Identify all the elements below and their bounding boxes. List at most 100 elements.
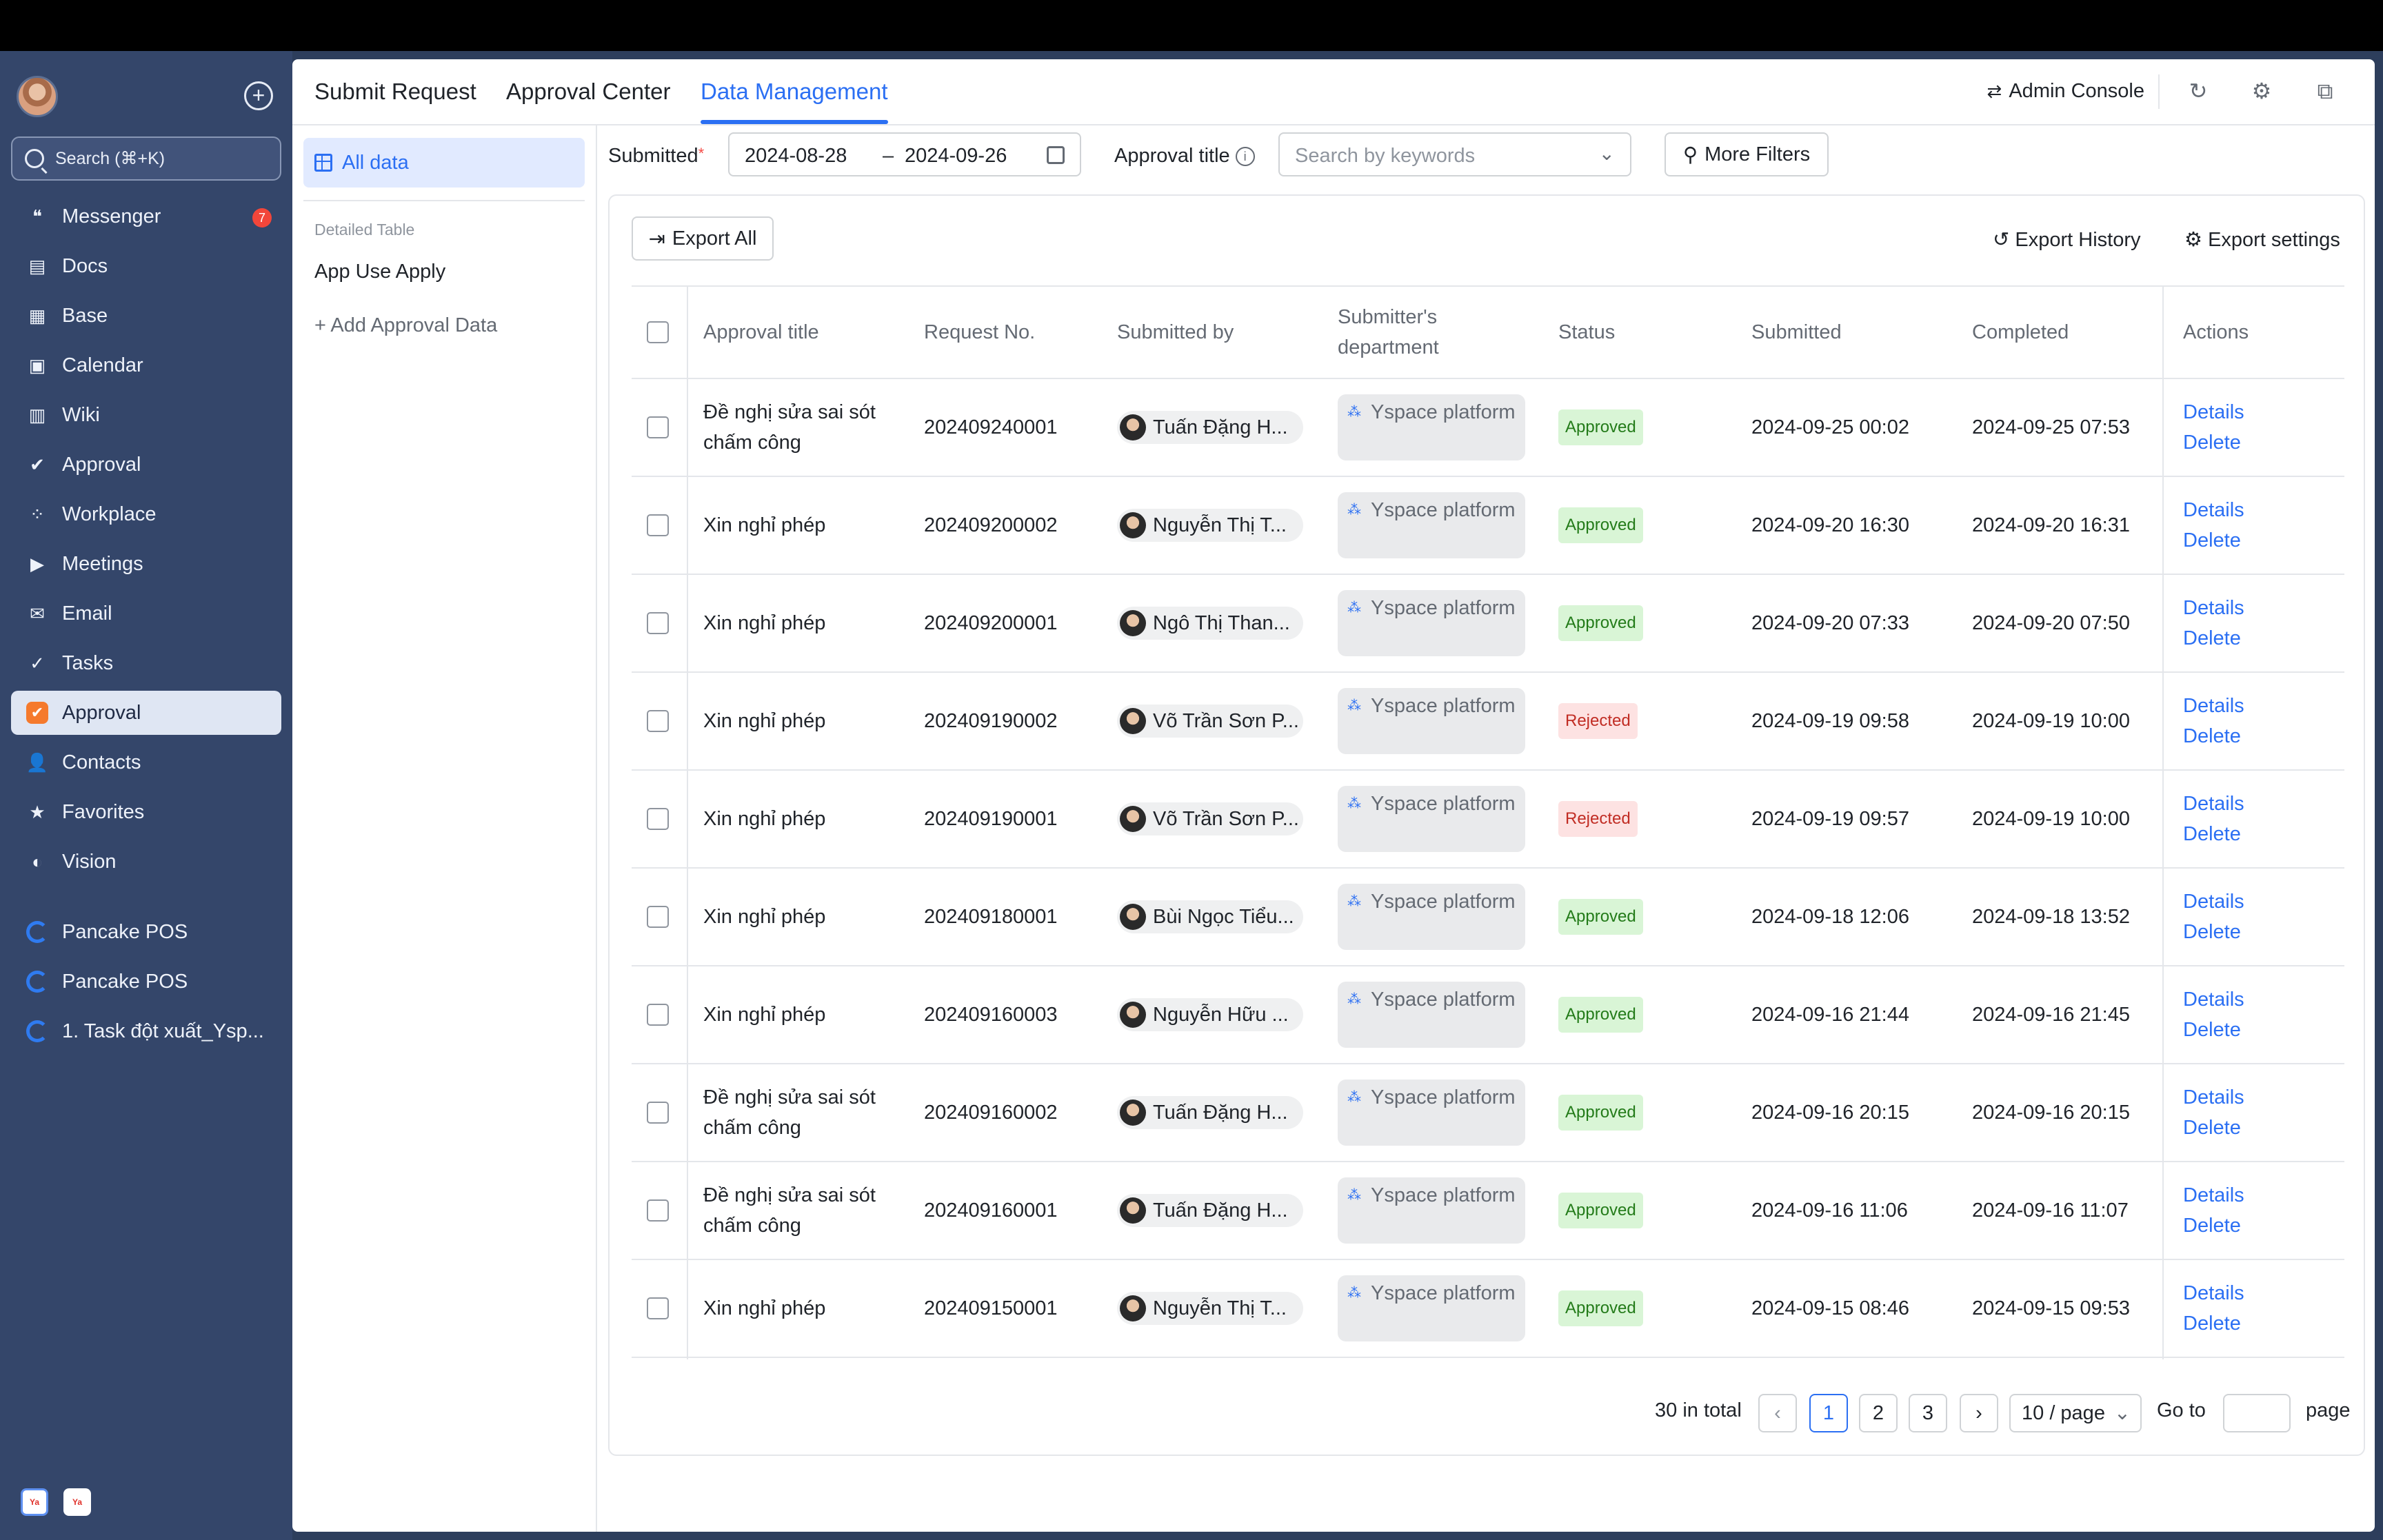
user-chip[interactable]: Tuấn Đặng H... [1117, 1194, 1303, 1227]
tab-data-management[interactable]: Data Management [701, 79, 888, 105]
tab-submit-request[interactable]: Submit Request [314, 79, 476, 105]
all-data-item[interactable]: All data [303, 138, 585, 188]
date-range-picker[interactable]: 2024-08-28 – 2024-09-26 [728, 132, 1081, 176]
details-link[interactable]: Details [2183, 397, 2244, 427]
create-plus-icon[interactable]: + [244, 81, 273, 110]
user-chip[interactable]: Nguyễn Thị T... [1117, 509, 1303, 542]
table-row[interactable]: Xin nghỉ phép 202409200001 Ngô Thị Than...… [632, 575, 2344, 673]
row-checkbox[interactable] [647, 612, 669, 634]
row-checkbox[interactable] [647, 1004, 669, 1026]
row-checkbox[interactable] [647, 808, 669, 830]
user-chip[interactable]: Bùi Ngọc Tiểu... [1117, 900, 1303, 933]
delete-link[interactable]: Delete [2183, 427, 2244, 458]
goto-page-input[interactable] [2223, 1394, 2291, 1432]
delete-link[interactable]: Delete [2183, 623, 2244, 654]
sidebar-item-favorites[interactable]: ★ Favorites [11, 790, 281, 834]
sidebar-item-approval[interactable]: ✔ Approval [11, 443, 281, 487]
row-checkbox[interactable] [647, 416, 669, 438]
details-link[interactable]: Details [2183, 691, 2244, 721]
details-link[interactable]: Details [2183, 495, 2244, 525]
table-row[interactable]: Xin nghỉ phép 202409180001 Bùi Ngọc Tiểu..… [632, 869, 2344, 966]
row-checkbox[interactable] [647, 906, 669, 928]
row-checkbox[interactable] [647, 1297, 669, 1319]
sidebar-item-base[interactable]: ▦ Base [11, 294, 281, 338]
table-row[interactable]: Đề nghị sửa sai sót chấm công 20240916000… [632, 1162, 2344, 1260]
pinned-item[interactable]: 1. Task đột xuất_Ysp... [11, 1009, 281, 1053]
export-all-button[interactable]: ⇥ Export All [632, 216, 774, 261]
export-history-button[interactable]: ↺ Export History [1993, 227, 2140, 252]
delete-link[interactable]: Delete [2183, 721, 2244, 751]
delete-link[interactable]: Delete [2183, 525, 2244, 556]
prev-page-icon[interactable]: ‹ [1758, 1394, 1797, 1432]
page-2-button[interactable]: 2 [1859, 1394, 1898, 1432]
export-settings-button[interactable]: ⚙ Export settings [2184, 227, 2340, 252]
user-chip[interactable]: Ngô Thị Than... [1117, 607, 1303, 640]
user-chip[interactable]: Nguyễn Thị T... [1117, 1292, 1303, 1325]
select-all-checkbox[interactable] [647, 321, 669, 343]
sidebar-item-workplace[interactable]: ⁘ Workplace [11, 492, 281, 536]
row-checkbox[interactable] [647, 514, 669, 536]
user-avatar[interactable] [17, 76, 58, 117]
sidebar-item-wiki[interactable]: ▥ Wiki [11, 393, 281, 437]
user-chip[interactable]: Võ Trần Sơn P... [1117, 802, 1303, 835]
sidebar-search[interactable]: Search (⌘+K) [11, 136, 281, 181]
page-3-button[interactable]: 3 [1909, 1394, 1947, 1432]
submitted-filter-label: Submitted* [608, 145, 704, 168]
pinned-item[interactable]: Pancake POS [11, 960, 281, 1004]
tab-approval-center[interactable]: Approval Center [506, 79, 670, 105]
keywords-select[interactable]: Search by keywords ⌄ [1278, 132, 1631, 176]
row-checkbox[interactable] [647, 710, 669, 732]
info-icon[interactable]: i [1235, 147, 1255, 167]
table-row[interactable]: Xin nghỉ phép 202409150001 Nguyễn Thị T...… [632, 1260, 2344, 1358]
more-filters-button[interactable]: ⚲ More Filters [1665, 132, 1829, 176]
sidebar-item-vision[interactable]: ◐ Vision [11, 840, 281, 884]
user-chip[interactable]: Võ Trần Sơn P... [1117, 705, 1303, 738]
page-size-select[interactable]: 10 / page ⌄ [2009, 1394, 2142, 1432]
dock-app-icon[interactable]: Ya [63, 1488, 91, 1516]
table-row[interactable]: Xin nghỉ phép 202409160003 Nguyễn Hữu ... ⁂… [632, 966, 2344, 1064]
details-link[interactable]: Details [2183, 789, 2244, 819]
page-1-button[interactable]: 1 [1809, 1394, 1848, 1432]
details-link[interactable]: Details [2183, 984, 2244, 1015]
sidebar-item-docs[interactable]: ▤ Docs [11, 244, 281, 288]
open-window-icon[interactable]: ⧉ [2311, 77, 2339, 105]
delete-link[interactable]: Delete [2183, 1113, 2244, 1143]
delete-link[interactable]: Delete [2183, 819, 2244, 849]
sidebar-item-contacts[interactable]: 👤 Contacts [11, 740, 281, 784]
cell-status: Approved [1558, 379, 1643, 476]
delete-link[interactable]: Delete [2183, 1210, 2244, 1241]
details-link[interactable]: Details [2183, 1278, 2244, 1308]
sidebar-item-meetings[interactable]: ▶ Meetings [11, 542, 281, 586]
add-approval-data-button[interactable]: + Add Approval Data [314, 314, 497, 337]
user-chip[interactable]: Nguyễn Hữu ... [1117, 998, 1303, 1031]
delete-link[interactable]: Delete [2183, 1015, 2244, 1045]
delete-link[interactable]: Delete [2183, 1308, 2244, 1339]
refresh-icon[interactable]: ↻ [2184, 77, 2212, 105]
sidebar-item-approval[interactable]: ✔ Approval [11, 691, 281, 735]
table-row[interactable]: Xin nghỉ phép 202409190001 Võ Trần Sơn P..… [632, 771, 2344, 869]
sidebar-item-tasks[interactable]: ✓ Tasks [11, 641, 281, 685]
dock-app-icon[interactable]: Ya [21, 1488, 48, 1516]
details-link[interactable]: Details [2183, 1082, 2244, 1113]
row-checkbox[interactable] [647, 1102, 669, 1124]
admin-console-button[interactable]: ⇄ Admin Console [1987, 80, 2144, 103]
delete-link[interactable]: Delete [2183, 917, 2244, 947]
sidebar-item-calendar[interactable]: ▣ Calendar [11, 343, 281, 387]
table-row[interactable]: Đề nghị sửa sai sót chấm công 20240924000… [632, 379, 2344, 477]
pinned-item[interactable]: Pancake POS [11, 910, 281, 954]
details-link[interactable]: Details [2183, 886, 2244, 917]
table-row[interactable]: Xin nghỉ phép 202409200002 Nguyễn Thị T...… [632, 477, 2344, 575]
details-link[interactable]: Details [2183, 593, 2244, 623]
next-page-icon[interactable]: › [1960, 1394, 1998, 1432]
table-row[interactable]: Đề nghị sửa sai sót chấm công 20240916000… [632, 1064, 2344, 1162]
status-badge: Approved [1558, 1193, 1643, 1228]
user-chip[interactable]: Tuấn Đặng H... [1117, 1096, 1303, 1129]
sidebar-item-messenger[interactable]: ❝ Messenger 7 [11, 194, 281, 239]
gear-icon[interactable]: ⚙ [2248, 77, 2275, 105]
app-use-apply-item[interactable]: App Use Apply [314, 261, 445, 283]
sidebar-item-email[interactable]: ✉ Email [11, 591, 281, 636]
details-link[interactable]: Details [2183, 1180, 2244, 1210]
user-chip[interactable]: Tuấn Đặng H... [1117, 411, 1303, 444]
row-checkbox[interactable] [647, 1199, 669, 1222]
table-row[interactable]: Xin nghỉ phép 202409190002 Võ Trần Sơn P..… [632, 673, 2344, 771]
